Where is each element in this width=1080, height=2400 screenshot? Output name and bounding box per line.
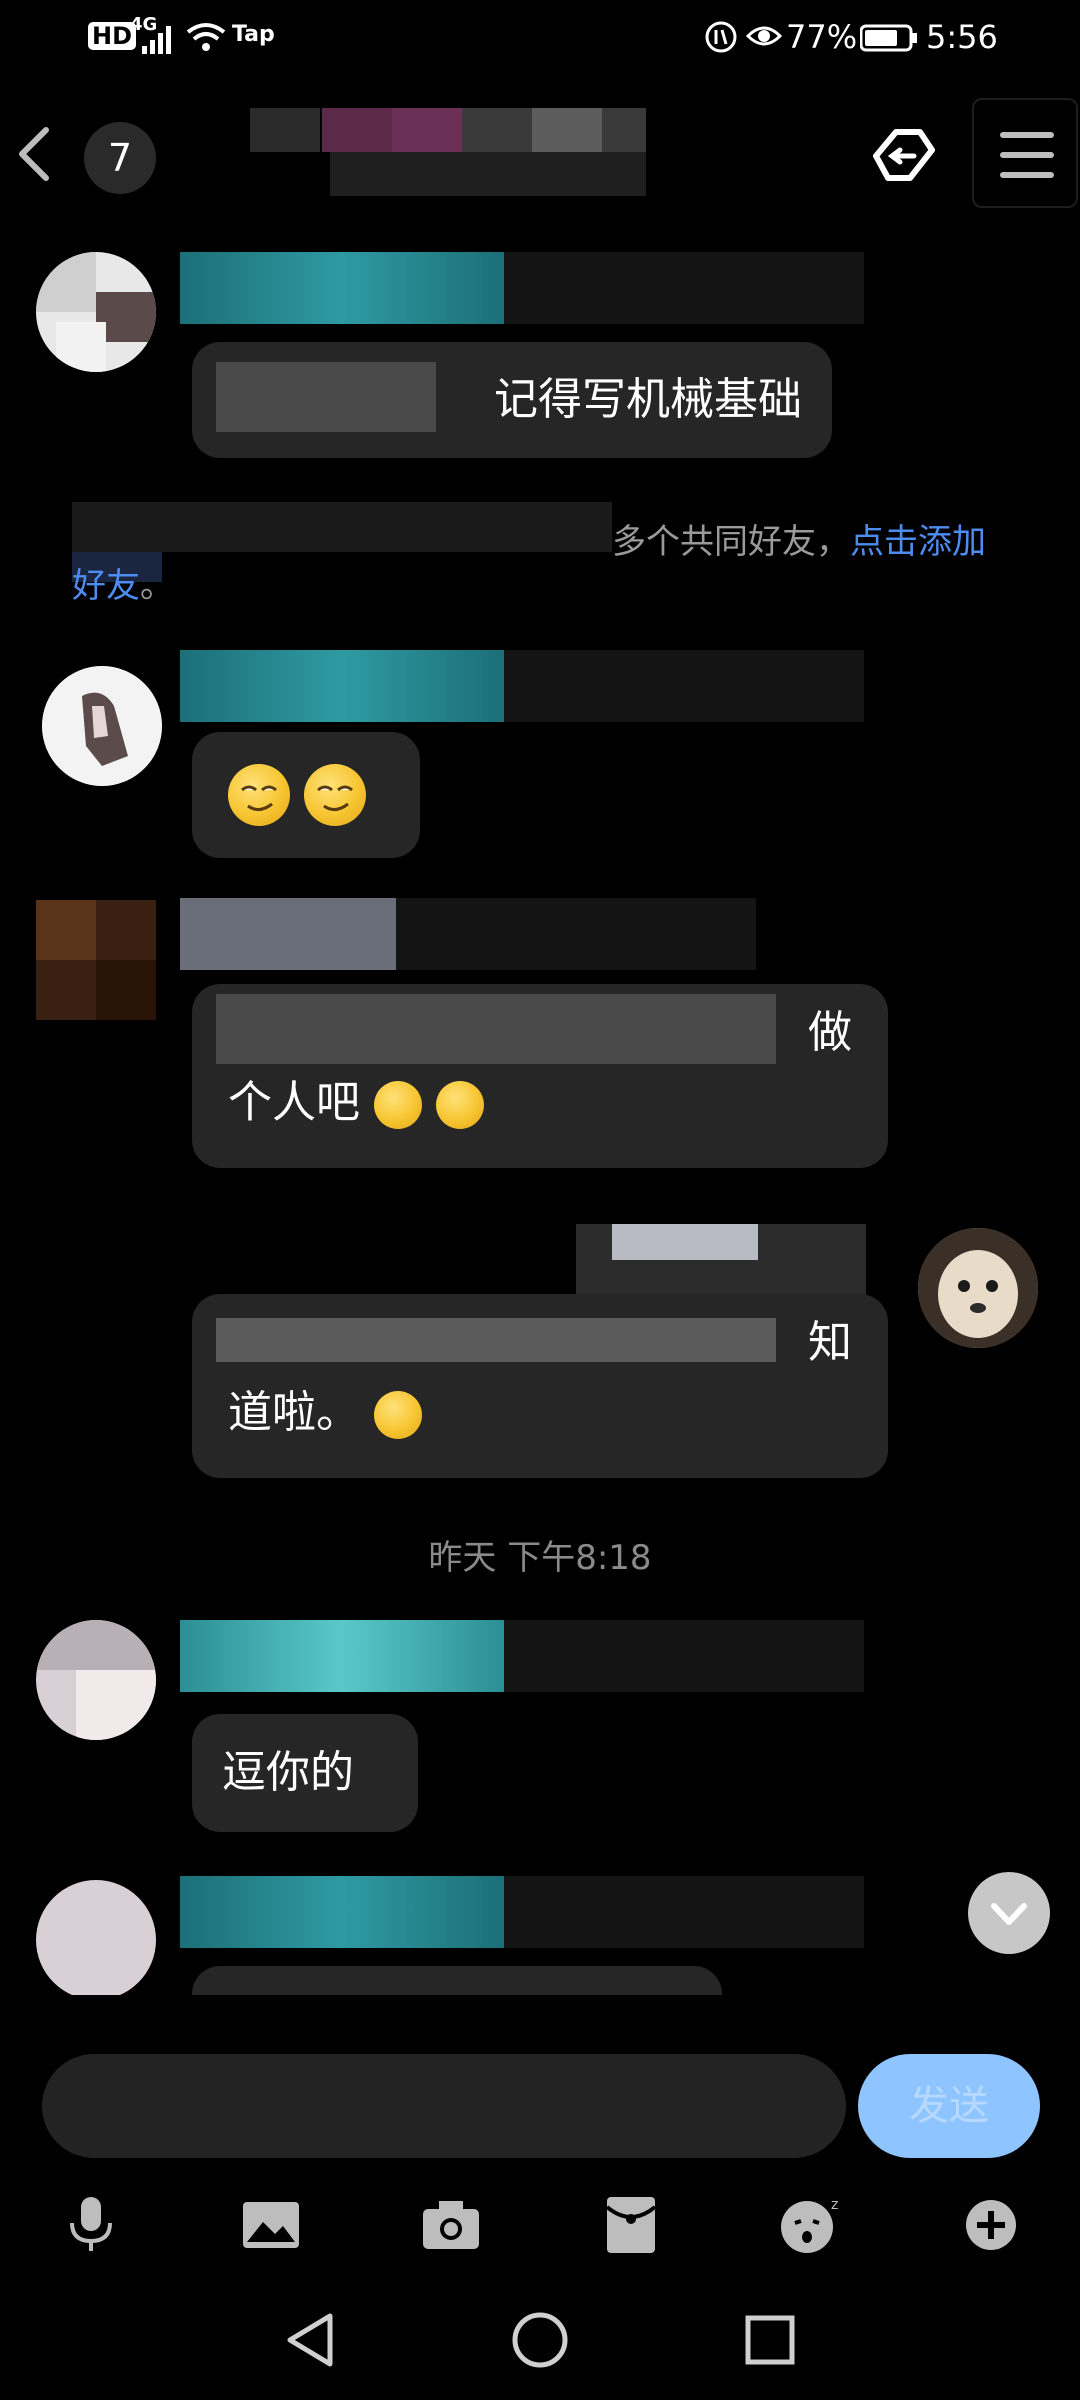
message-bubble[interactable]: 知 道啦。 [192, 1294, 888, 1478]
smirk-emoji [436, 1081, 484, 1129]
system-navigation-bar [0, 2290, 1080, 2400]
battery-icon [860, 24, 917, 52]
avatar[interactable] [36, 1880, 156, 1995]
back-icon[interactable] [14, 124, 54, 184]
self-avatar[interactable] [918, 1228, 1038, 1348]
message-bubble[interactable] [192, 732, 420, 858]
message-bubble[interactable]: 记得写机械基础 [192, 342, 832, 458]
message-text: 记得写机械基础 [494, 374, 802, 425]
input-toolbar: z [0, 2180, 1080, 2270]
message-bubble[interactable]: 做 个人吧 [192, 984, 888, 1168]
clock: 5:56 [926, 18, 998, 56]
smirk-emoji [304, 764, 366, 826]
camera-icon[interactable] [406, 2180, 496, 2270]
avatar[interactable] [36, 252, 156, 372]
scroll-to-bottom-button[interactable] [968, 1872, 1050, 1954]
message-input[interactable] [42, 2054, 846, 2158]
battery-percent: 77% [786, 18, 858, 56]
chat-header: 7 [0, 80, 1080, 230]
image-icon[interactable] [226, 2180, 316, 2270]
unread-count-badge[interactable]: 7 [84, 122, 156, 194]
wifi-label: Tap [232, 22, 275, 47]
message-text-line2: 个人吧 [228, 1068, 852, 1138]
status-bar: HD 4G Tap 77% 5:56 [0, 0, 1080, 80]
message-bubble[interactable]: 逗你的 [192, 1714, 418, 1832]
eye-icon [746, 26, 782, 46]
nav-home-icon[interactable] [490, 2290, 590, 2390]
smirk-emoji [228, 764, 290, 826]
time-separator: 昨天 下午8:18 [428, 1538, 652, 1578]
red-packet-icon[interactable] [586, 2180, 676, 2270]
plus-icon[interactable] [946, 2180, 1036, 2270]
menu-icon[interactable] [972, 98, 1078, 208]
message-text: 逗你的 [222, 1747, 354, 1798]
dizzy-emoji [374, 1391, 422, 1439]
nav-recents-icon[interactable] [720, 2290, 820, 2390]
message-bubble[interactable] [192, 1966, 722, 1995]
signal-icon [142, 26, 171, 54]
nav-back-icon[interactable] [260, 2290, 360, 2390]
avatar[interactable] [36, 900, 156, 1020]
data-saver-icon [705, 21, 737, 53]
smirk-emoji [374, 1081, 422, 1129]
message-list[interactable]: 记得写机械基础 多个共同好友，点击添加 好友。 做 个人吧 知 道啦。 昨天 下… [0, 230, 1080, 1995]
send-button[interactable]: 发送 [858, 2054, 1040, 2158]
message-text-line2: 道啦。 [228, 1378, 852, 1448]
add-friend-link-2[interactable]: 好友 [72, 566, 140, 606]
input-bar: 发送 [0, 2040, 1080, 2180]
sync-icon[interactable] [866, 120, 942, 190]
hd-indicator: HD [88, 22, 137, 50]
avatar[interactable] [36, 1620, 156, 1740]
emoji-icon[interactable]: z [766, 2180, 856, 2270]
avatar[interactable] [42, 666, 162, 786]
add-friend-link[interactable]: 点击添加 [850, 522, 986, 562]
wifi-icon [186, 23, 226, 51]
svg-text:z: z [831, 2197, 838, 2213]
mic-icon[interactable] [46, 2180, 136, 2270]
system-notice: 多个共同好友，点击添加 好友。 [72, 522, 986, 606]
